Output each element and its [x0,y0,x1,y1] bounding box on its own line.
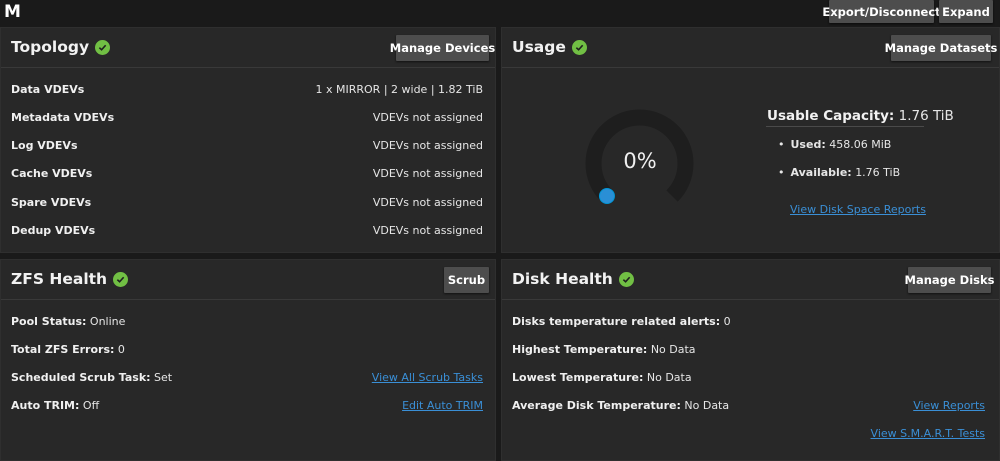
average-temperature-row: Average Disk Temperature: No Data [512,399,730,412]
metadata-vdevs-value: VDEVs not assigned [372,111,483,124]
zfs-health-title-text: ZFS Health [11,270,108,288]
zfs-health-card-header: ZFS Health Scrub [1,260,495,300]
data-vdevs-value: 1 x MIRROR | 2 wide | 1.82 TiB [315,83,484,96]
view-disk-space-reports-link[interactable]: View Disk Space Reports [790,203,926,216]
usage-title: Usage [512,38,587,56]
usage-card-header: Usage Manage Datasets [502,28,999,68]
disk-health-title-text: Disk Health [512,270,613,288]
cache-vdevs-value: VDEVs not assigned [372,167,483,180]
topology-card: Topology Manage Devices Data VDEVs 1 x M… [0,27,496,253]
export-disconnect-button[interactable]: Export/Disconnect [822,0,941,23]
dedup-vdevs-label: Dedup VDEVs [11,224,96,237]
usage-card: Usage Manage Datasets 0% Usable Capacity… [501,27,1000,253]
manage-disks-button[interactable]: Manage Disks [905,267,995,293]
usage-gauge: 0% [585,109,694,205]
manage-devices-button[interactable]: Manage Devices [390,35,495,61]
available-item: Available: 1.76 TiB [778,166,901,179]
pool-header-bar: M Export/Disconnect Expand [0,0,1000,27]
temperature-alerts-row: Disks temperature related alerts: 0 [512,315,731,328]
metadata-vdevs-label: Metadata VDEVs [11,111,115,124]
usage-title-text: Usage [512,38,566,56]
pool-status-row: Pool Status: Online [11,315,126,328]
highest-temperature-row: Highest Temperature: No Data [512,343,696,356]
check-circle-icon [95,39,111,55]
usable-capacity-label: Usable Capacity: [767,108,895,124]
usage-percent: 0% [623,149,656,173]
cache-vdevs-label: Cache VDEVs [11,167,93,180]
edit-auto-trim-link[interactable]: Edit Auto TRIM [402,399,483,412]
capacity-divider [766,126,924,127]
total-zfs-errors-row: Total ZFS Errors: 0 [11,343,125,356]
disk-health-title: Disk Health [512,270,634,288]
disk-health-card-header: Disk Health Manage Disks [502,260,999,300]
zfs-health-card: ZFS Health Scrub Pool Status: Online Tot… [0,259,496,461]
zfs-health-title: ZFS Health [11,270,129,288]
scheduled-scrub-row: Scheduled Scrub Task: Set [11,371,173,384]
scrub-button[interactable]: Scrub [444,267,489,293]
disk-health-card: Disk Health Manage Disks Disks temperatu… [501,259,1000,461]
view-reports-link[interactable]: View Reports [913,399,985,412]
spare-vdevs-label: Spare VDEVs [11,196,92,209]
usage-gauge-marker [599,189,614,204]
spare-vdevs-value: VDEVs not assigned [372,196,483,209]
usable-capacity: Usable Capacity: 1.76 TiB [767,108,954,124]
expand-button[interactable]: Expand [939,0,993,23]
check-circle-icon [571,39,587,55]
auto-trim-row: Auto TRIM: Off [11,399,100,412]
view-all-scrub-tasks-link[interactable]: View All Scrub Tasks [372,371,483,384]
usable-capacity-value: 1.76 TiB [898,108,954,124]
topology-card-header: Topology Manage Devices [1,28,495,68]
dedup-vdevs-value: VDEVs not assigned [372,224,483,237]
usage-details-list: Used: 458.06 MiB Available: 1.76 TiB [778,138,901,194]
check-circle-icon [618,271,634,287]
manage-datasets-button[interactable]: Manage Datasets [885,35,997,61]
topology-title: Topology [11,38,111,56]
used-item: Used: 458.06 MiB [778,138,900,151]
data-vdevs-label: Data VDEVs [11,83,85,96]
check-circle-icon [113,271,129,287]
log-vdevs-label: Log VDEVs [11,139,78,152]
view-smart-tests-link[interactable]: View S.M.A.R.T. Tests [871,427,985,440]
topology-title-text: Topology [11,38,90,56]
pool-name: M [4,2,21,22]
lowest-temperature-row: Lowest Temperature: No Data [512,371,692,384]
log-vdevs-value: VDEVs not assigned [372,139,483,152]
